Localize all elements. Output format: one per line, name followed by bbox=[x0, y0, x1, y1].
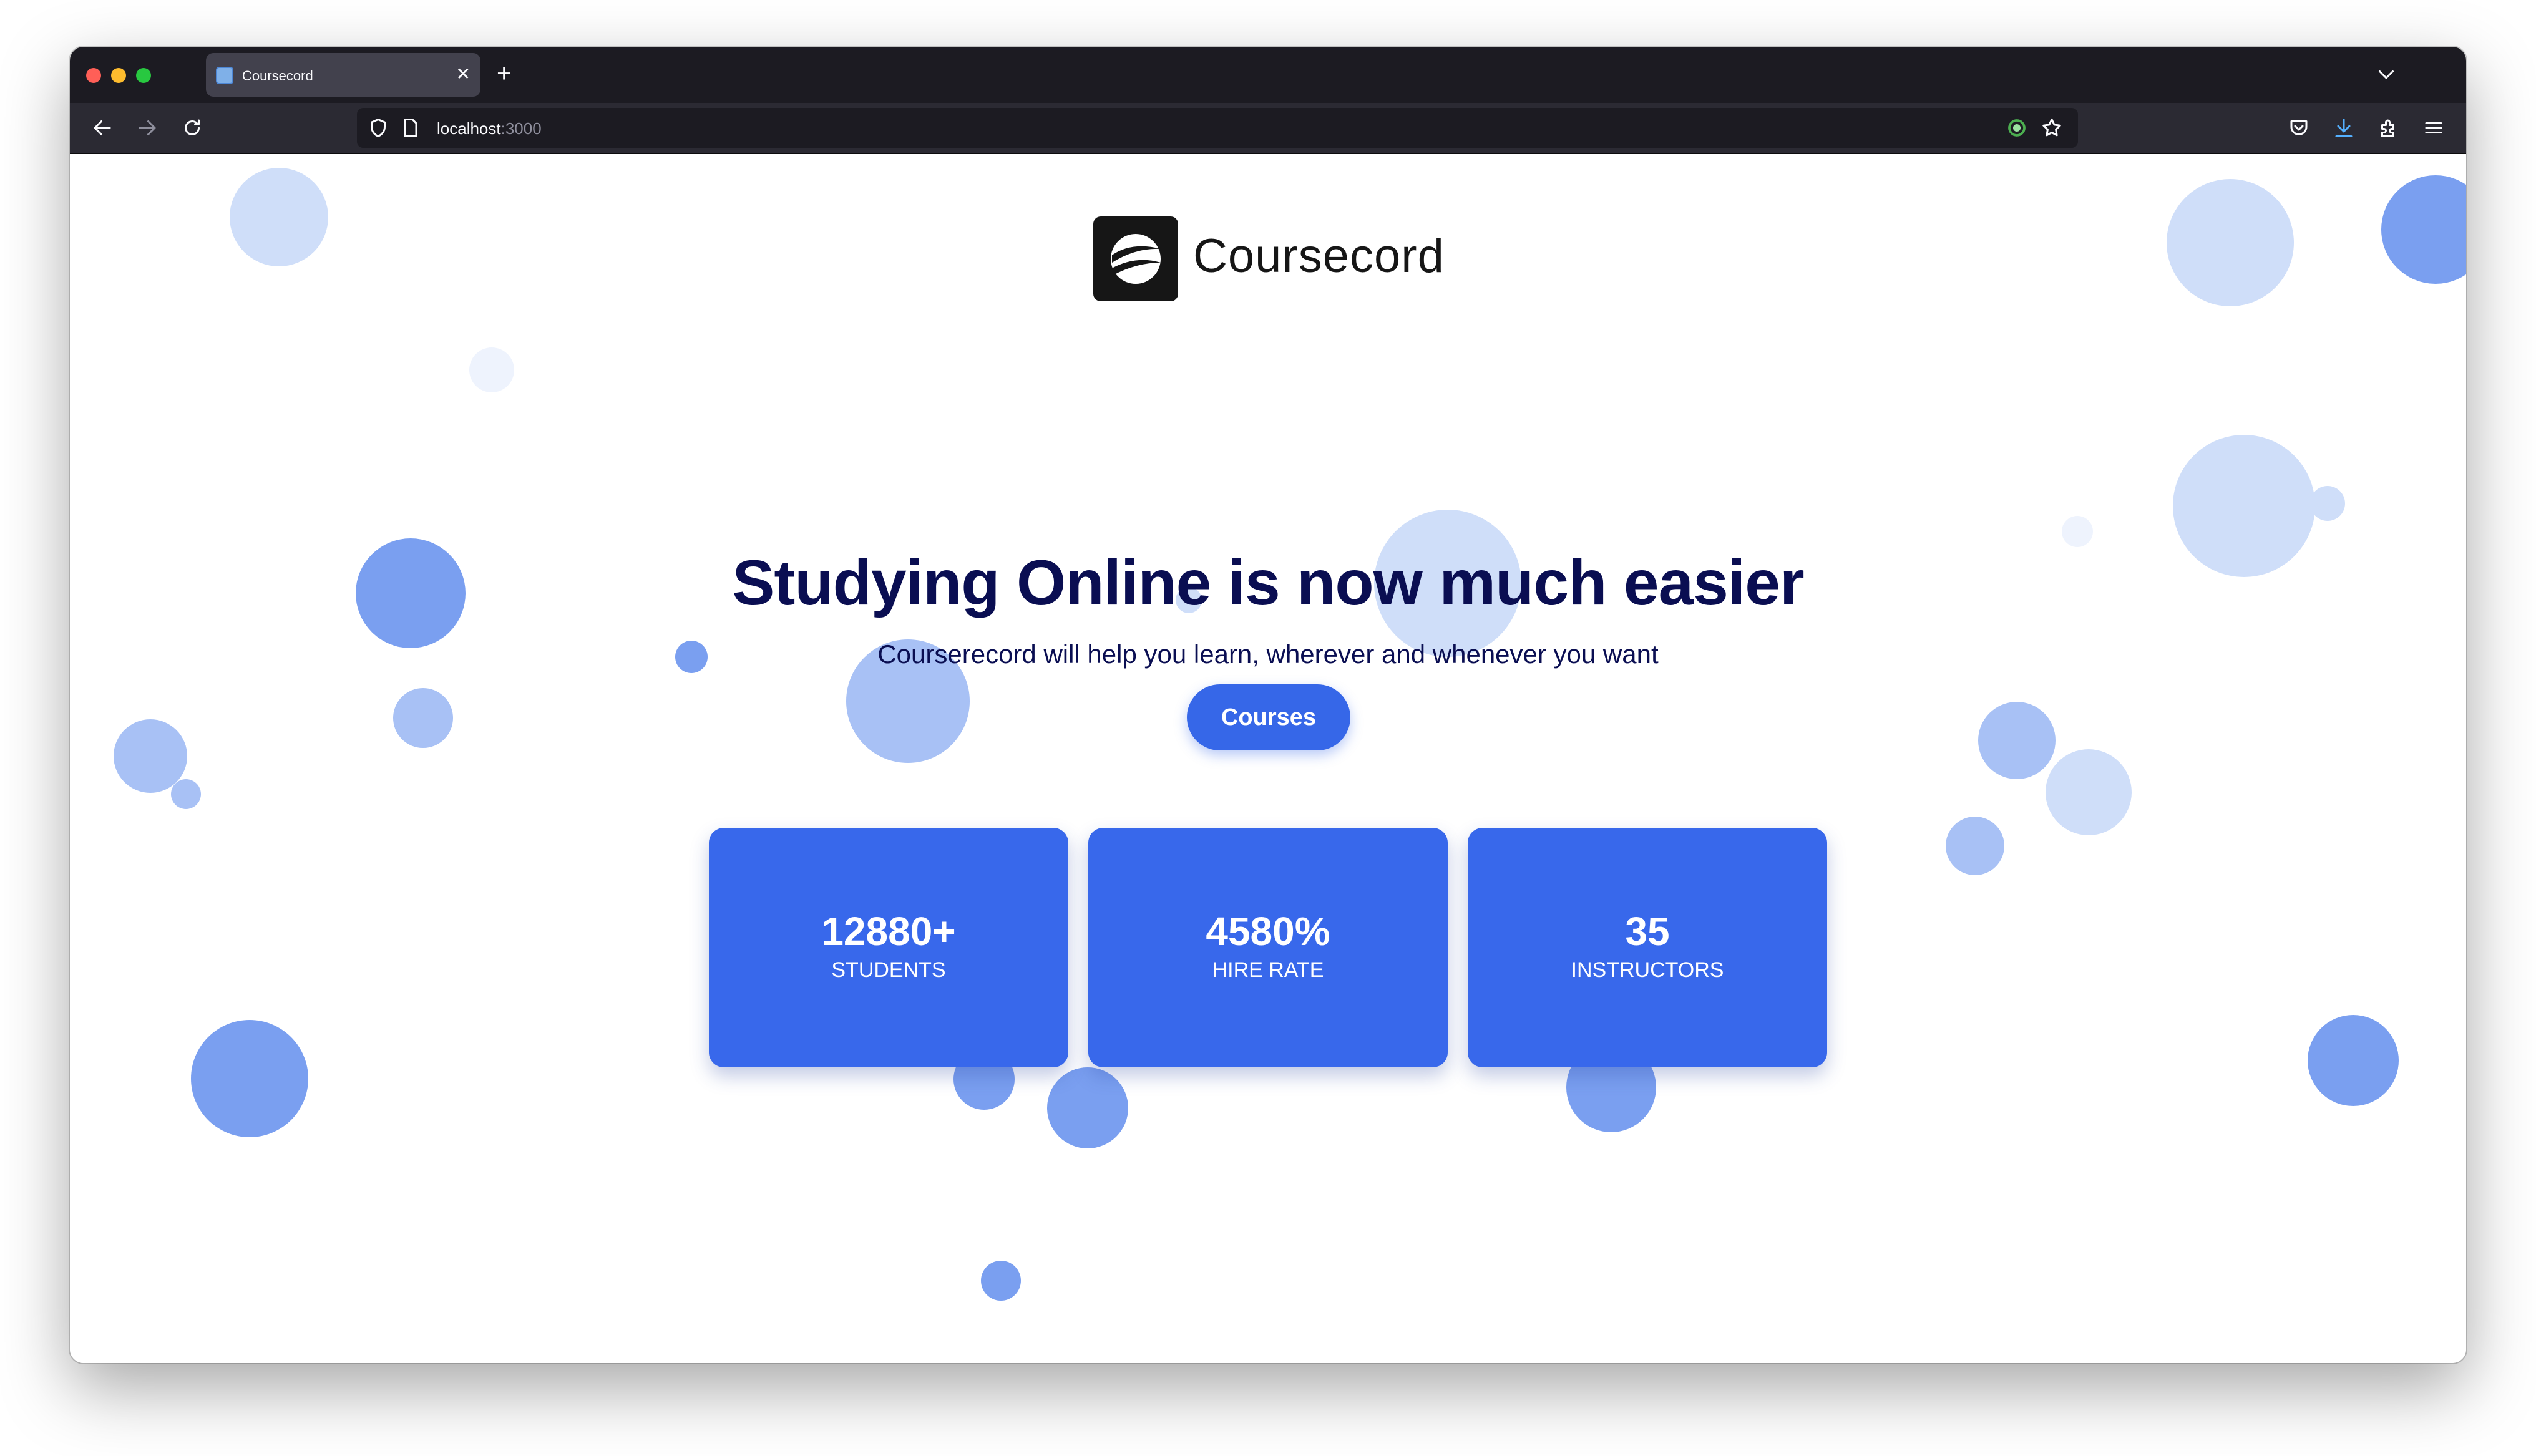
stat-value: 35 bbox=[1625, 909, 1670, 954]
logo-swirl-icon bbox=[1111, 234, 1161, 284]
navigation-toolbar: localhost:3000 bbox=[70, 103, 2466, 154]
tab-strip: Coursecord ✕ + bbox=[70, 47, 2466, 103]
url-host: localhost bbox=[437, 119, 501, 138]
courses-button[interactable]: Courses bbox=[1187, 684, 1350, 750]
bubble bbox=[2310, 486, 2345, 521]
bookmark-star-icon[interactable] bbox=[2041, 117, 2063, 139]
bubble bbox=[1946, 817, 2004, 875]
pocket-icon[interactable] bbox=[2288, 117, 2310, 139]
bubble bbox=[2381, 175, 2466, 284]
page-icon bbox=[399, 117, 422, 139]
hero-subtitle: Courserecord will help you learn, wherev… bbox=[877, 639, 1659, 669]
maximize-window-button[interactable] bbox=[136, 68, 151, 83]
stat-value: 12880+ bbox=[821, 909, 956, 954]
browser-window: Coursecord ✕ + localhost:3000 Coursecord… bbox=[70, 47, 2466, 1363]
brand-name: Coursecord bbox=[1193, 230, 1445, 283]
browser-tab[interactable]: Coursecord ✕ bbox=[206, 53, 480, 97]
bubble bbox=[393, 688, 453, 748]
stat-card-hire-rate: 4580% HIRE RATE bbox=[1088, 828, 1448, 1067]
bubble bbox=[1047, 1067, 1128, 1148]
stat-card-students: 12880+ STUDENTS bbox=[709, 828, 1068, 1067]
bubble bbox=[171, 779, 201, 809]
favicon-icon bbox=[216, 67, 233, 84]
forward-arrow-icon[interactable] bbox=[136, 117, 158, 139]
minimize-window-button[interactable] bbox=[111, 68, 126, 83]
close-tab-icon[interactable]: ✕ bbox=[456, 63, 471, 85]
download-icon[interactable] bbox=[2333, 117, 2355, 139]
bubble bbox=[2046, 749, 2132, 835]
stat-value: 4580% bbox=[1206, 909, 1330, 954]
new-tab-button[interactable]: + bbox=[497, 58, 511, 89]
bubble bbox=[2308, 1015, 2399, 1106]
stat-label: HIRE RATE bbox=[1212, 958, 1324, 982]
url-port: :3000 bbox=[500, 119, 542, 138]
page-viewport: Coursecord Studying Online is now much e… bbox=[70, 154, 2466, 1363]
extensions-icon[interactable] bbox=[2378, 117, 2400, 139]
stat-label: INSTRUCTORS bbox=[1571, 958, 1724, 982]
stat-card-instructors: 35 INSTRUCTORS bbox=[1468, 828, 1827, 1067]
reload-icon[interactable] bbox=[181, 117, 203, 139]
chevron-down-icon[interactable] bbox=[2375, 63, 2397, 89]
tab-title: Coursecord bbox=[242, 68, 313, 84]
extension-badge-icon[interactable] bbox=[2006, 117, 2028, 139]
bubble bbox=[2167, 179, 2294, 306]
bubble bbox=[981, 1261, 1021, 1301]
coursecord-logo[interactable] bbox=[1093, 216, 1178, 301]
bubble bbox=[230, 168, 328, 266]
url-text[interactable]: localhost:3000 bbox=[437, 119, 542, 138]
shield-icon[interactable] bbox=[367, 117, 389, 139]
close-window-button[interactable] bbox=[86, 68, 101, 83]
address-bar[interactable]: localhost:3000 bbox=[357, 108, 2078, 148]
stat-label: STUDENTS bbox=[831, 958, 946, 982]
bubble bbox=[469, 347, 514, 392]
bubble bbox=[1978, 702, 2056, 779]
back-arrow-icon[interactable] bbox=[91, 117, 114, 139]
hero-title: Studying Online is now much easier bbox=[732, 547, 1804, 618]
menu-icon[interactable] bbox=[2422, 117, 2445, 139]
bubble bbox=[191, 1020, 308, 1137]
